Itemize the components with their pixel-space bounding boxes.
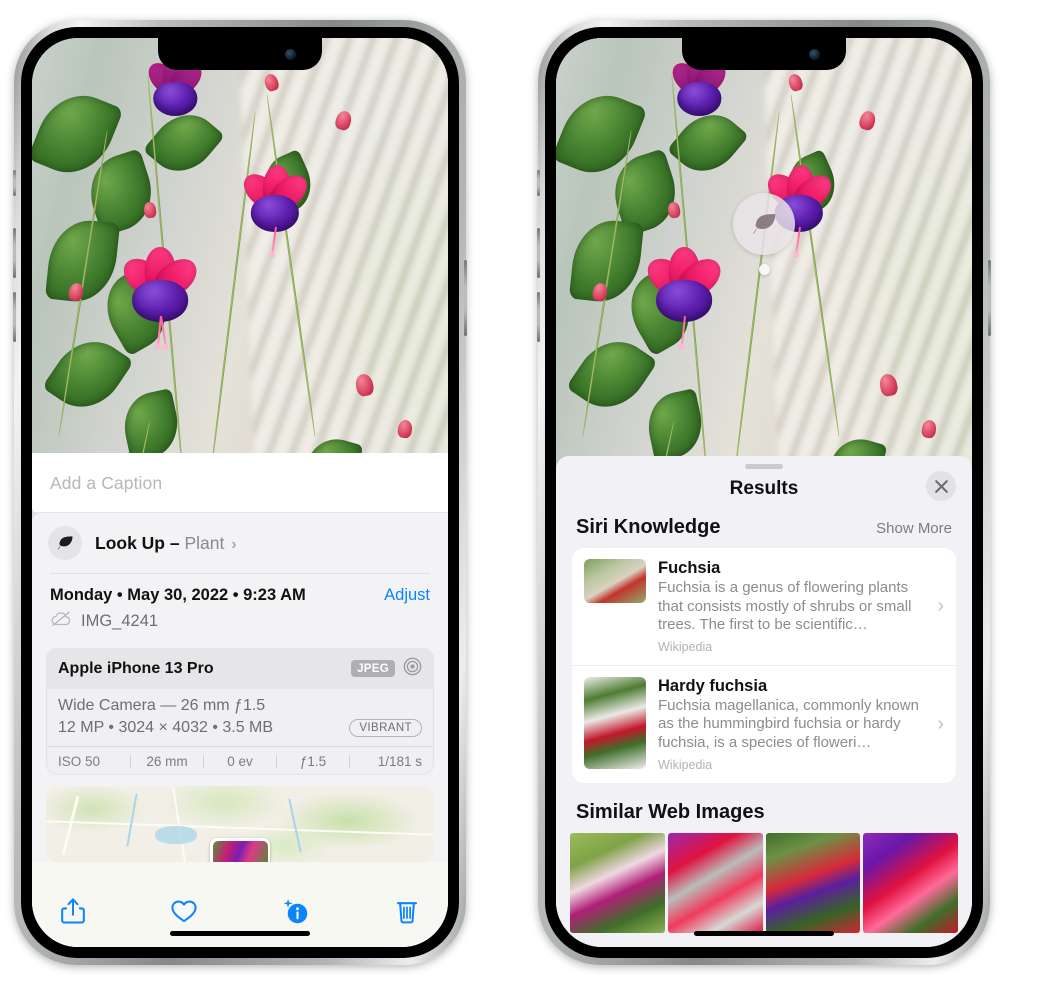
format-badge: JPEG	[351, 660, 395, 678]
result-description: Fuchsia magellanica, commonly known as t…	[658, 696, 919, 751]
device-notch	[158, 38, 322, 70]
front-camera	[809, 49, 820, 60]
caption-input[interactable]: Add a Caption	[50, 473, 430, 494]
result-source: Wikipedia	[658, 757, 713, 772]
chevron-right-icon: ›	[937, 712, 944, 735]
list-item[interactable]: Fuchsia Fuchsia is a genus of flowering …	[572, 548, 956, 665]
adjust-button[interactable]: Adjust	[384, 586, 430, 605]
volume-down-button[interactable]	[537, 292, 540, 342]
exif-card[interactable]: Apple iPhone 13 Pro JPEG Wide Camera — 2…	[46, 647, 434, 775]
look-up-label: Look Up – Plant ›	[95, 533, 237, 554]
flower	[639, 247, 729, 347]
aperture-icon	[403, 657, 422, 681]
visual-lookup-badge[interactable]	[733, 193, 795, 275]
device-notch	[682, 38, 846, 70]
screenshot-stage: Add a Caption Look Up – Plant › Monday •…	[0, 0, 1055, 985]
web-image-thumbnail[interactable]	[765, 832, 861, 933]
exif-header: Apple iPhone 13 Pro JPEG	[47, 648, 433, 689]
volume-down-button[interactable]	[13, 292, 16, 342]
similar-web-images-row	[556, 832, 972, 933]
iphone-left-device: Add a Caption Look Up – Plant › Monday •…	[13, 20, 467, 965]
cloud-slash-icon	[50, 611, 72, 632]
iphone-right-device: Results Siri Knowledge Show More Fuchsia…	[537, 20, 991, 965]
device-bezel: Results Siri Knowledge Show More Fuchsia…	[545, 27, 983, 958]
photo-pin[interactable]	[210, 838, 270, 863]
location-map-strip[interactable]	[46, 785, 434, 863]
leaf-icon	[48, 526, 82, 560]
home-indicator	[170, 931, 310, 936]
stat-exposure-value: 0 ev	[227, 753, 253, 769]
show-more-button[interactable]: Show More	[876, 520, 952, 537]
resolution-info: 12 MP • 3024 × 4032 • 3.5 MB	[58, 718, 274, 736]
silent-switch[interactable]	[13, 170, 16, 196]
stat-aperture: ƒ1.5	[299, 753, 327, 769]
siri-knowledge-header: Siri Knowledge Show More	[556, 514, 972, 548]
results-header: Results	[556, 469, 972, 514]
pin-thumbnail	[212, 840, 268, 863]
share-icon[interactable]	[58, 896, 88, 926]
list-item[interactable]: Hardy fuchsia Fuchsia magellanica, commo…	[572, 664, 956, 783]
stat-shutter-speed: 1/181 s	[377, 753, 422, 769]
caption-row[interactable]: Add a Caption	[32, 453, 448, 513]
leaf-icon[interactable]	[733, 193, 795, 255]
info-sparkle-icon[interactable]	[281, 896, 311, 926]
web-image-thumbnail[interactable]	[667, 832, 763, 933]
right-screen: Results Siri Knowledge Show More Fuchsia…	[556, 38, 972, 947]
results-sheet: Results Siri Knowledge Show More Fuchsia…	[556, 456, 972, 947]
web-image-thumbnail[interactable]	[570, 832, 665, 933]
stat-focal-length: 26 mm	[146, 753, 188, 769]
photo-date: Monday • May 30, 2022 • 9:23 AM	[50, 585, 306, 604]
chevron-right-icon: ›	[231, 535, 237, 553]
look-up-dash: –	[169, 532, 180, 553]
photo-meta-block: Monday • May 30, 2022 • 9:23 AM Adjust I…	[32, 574, 448, 642]
chevron-right-icon: ›	[937, 594, 944, 617]
close-icon[interactable]	[926, 471, 956, 501]
lens-info: Wide Camera — 26 mm ƒ1.5	[58, 696, 266, 714]
similar-web-images-header: Similar Web Images	[556, 783, 972, 833]
flower	[236, 164, 314, 255]
device-bezel: Add a Caption Look Up – Plant › Monday •…	[21, 27, 459, 958]
exif-stats-row: ISO 50 26 mm 0 ev ƒ1.5 1/181 s	[47, 745, 433, 774]
siri-knowledge-list: Fuchsia Fuchsia is a genus of flowering …	[572, 548, 956, 783]
front-camera	[285, 49, 296, 60]
heart-icon[interactable]	[169, 896, 199, 926]
look-up-row[interactable]: Look Up – Plant ›	[32, 507, 448, 573]
stat-iso: ISO 50	[58, 753, 101, 769]
photo-info-sheet: Add a Caption Look Up – Plant › Monday •…	[32, 453, 448, 947]
result-title: Fuchsia	[658, 559, 721, 577]
result-thumbnail	[584, 559, 646, 603]
flower	[115, 247, 205, 347]
silent-switch[interactable]	[537, 170, 540, 196]
volume-up-button[interactable]	[537, 228, 540, 278]
photographic-style-chip: VIBRANT	[349, 718, 422, 737]
camera-device-name: Apple iPhone 13 Pro	[58, 659, 214, 677]
look-up-subject: Plant	[184, 532, 225, 553]
result-source: Wikipedia	[658, 639, 713, 654]
trash-icon[interactable]	[392, 896, 422, 926]
result-title: Hardy fuchsia	[658, 676, 768, 695]
result-description: Fuchsia is a genus of flowering plants t…	[658, 579, 912, 634]
exif-body: Wide Camera — 26 mm ƒ1.5 12 MP • 3024 × …	[47, 689, 433, 746]
photo-filename: IMG_4241	[81, 611, 159, 630]
home-indicator	[694, 931, 834, 936]
power-button[interactable]	[464, 260, 467, 336]
left-screen: Add a Caption Look Up – Plant › Monday •…	[32, 38, 448, 947]
page-title: Results	[729, 478, 799, 499]
lookup-anchor-dot	[758, 264, 770, 275]
power-button[interactable]	[988, 260, 991, 336]
section-title: Similar Web Images	[576, 800, 765, 823]
web-image-thumbnail[interactable]	[863, 832, 958, 933]
section-title: Siri Knowledge	[576, 516, 721, 538]
volume-up-button[interactable]	[13, 228, 16, 278]
result-thumbnail	[584, 676, 646, 769]
look-up-text: Look Up	[95, 532, 165, 553]
